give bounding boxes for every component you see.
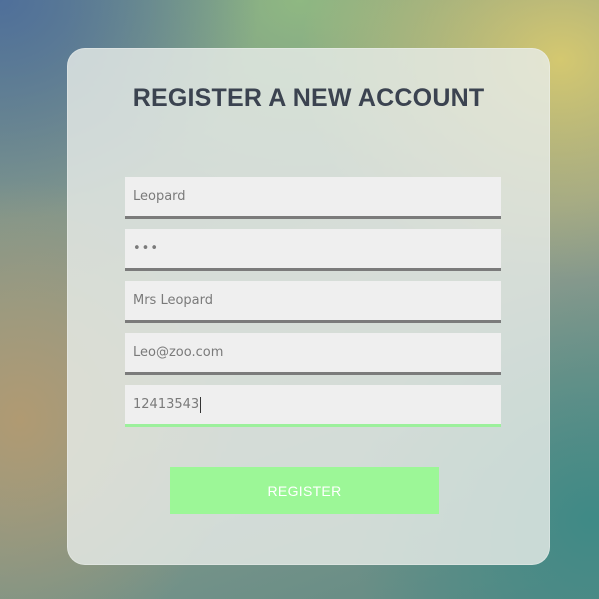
full-name-value: Mrs Leopard <box>133 293 214 308</box>
username-value: Leopard <box>133 189 186 204</box>
password-value: ••• <box>133 241 160 256</box>
text-caret <box>200 396 202 413</box>
phone-value: 12413543 <box>133 397 200 412</box>
phone-field[interactable]: 12413543 <box>125 385 501 427</box>
page-title: REGISTER A NEW ACCOUNT <box>132 84 485 112</box>
full-name-field[interactable]: Mrs Leopard <box>125 281 501 323</box>
email-value: Leo@zoo.com <box>133 345 224 360</box>
username-field[interactable]: Leopard <box>125 177 501 219</box>
register-button[interactable]: REGISTER <box>170 467 439 514</box>
password-field[interactable]: ••• <box>125 229 501 271</box>
register-card: REGISTER A NEW ACCOUNT Leopard ••• Mrs L… <box>67 48 550 565</box>
email-field[interactable]: Leo@zoo.com <box>125 333 501 375</box>
